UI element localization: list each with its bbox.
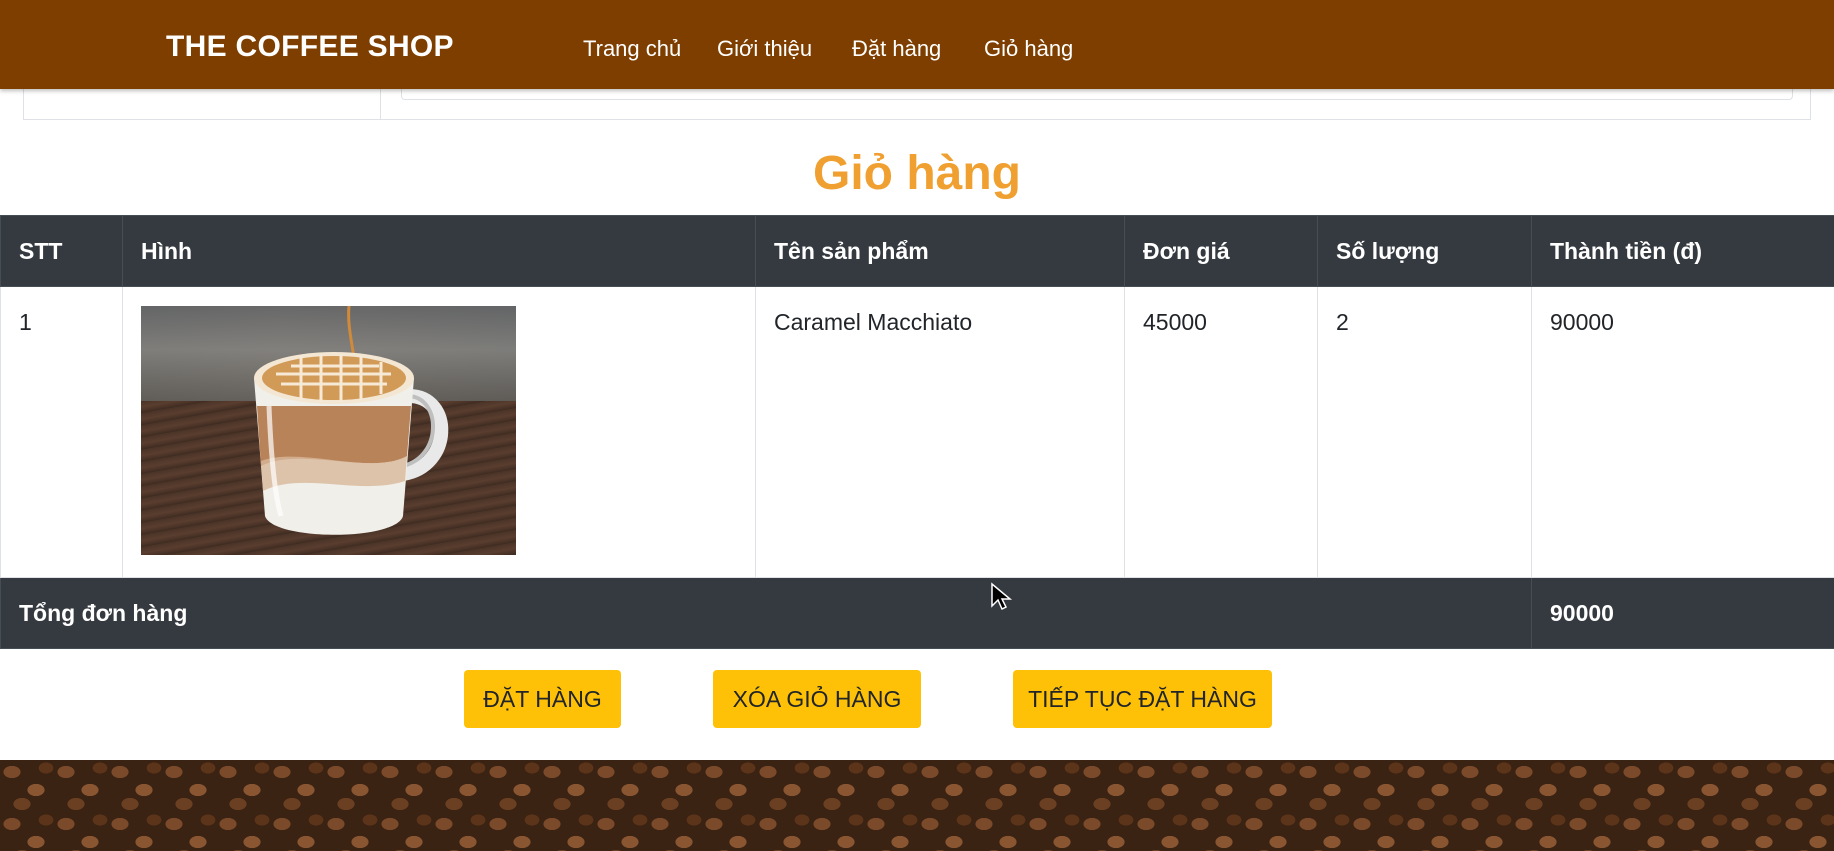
cell-product-name: Caramel Macchiato <box>755 286 1125 578</box>
col-header-product-name: Tên sản phẩm <box>755 215 1125 287</box>
col-header-image: Hình <box>122 215 756 287</box>
order-total-value: 90000 <box>1531 577 1834 649</box>
navbar: THE COFFEE SHOP Trang chủ Giới thiệu Đặt… <box>0 0 1834 89</box>
cell-unit-price: 45000 <box>1124 286 1318 578</box>
col-header-unit-price: Đơn giá <box>1124 215 1318 287</box>
coffee-beans-banner <box>0 760 1834 851</box>
nav-link-about[interactable]: Giới thiệu <box>717 36 812 62</box>
brand-logo[interactable]: THE COFFEE SHOP <box>166 30 454 64</box>
col-header-stt: STT <box>0 215 123 287</box>
col-header-quantity: Số lượng <box>1317 215 1532 287</box>
cell-image <box>122 286 756 578</box>
table-row: 1 Caramel Macchiato 45000 2 90000 <box>0 286 1834 578</box>
cell-quantity: 2 <box>1317 286 1532 578</box>
page-title: Giỏ hàng <box>813 147 1021 200</box>
clear-cart-button[interactable]: XÓA GIỎ HÀNG <box>713 670 921 728</box>
cell-line-total: 90000 <box>1531 286 1834 578</box>
table-header-row: STT Hình Tên sản phẩm Đơn giá Số lượng T… <box>0 215 1834 287</box>
continue-ordering-button[interactable]: TIẾP TỤC ĐẶT HÀNG <box>1013 670 1272 728</box>
order-total-label: Tổng đơn hàng <box>0 577 1532 649</box>
nav-link-order[interactable]: Đặt hàng <box>852 36 941 62</box>
product-image <box>141 306 516 555</box>
table-footer-row: Tổng đơn hàng 90000 <box>0 577 1834 649</box>
place-order-button[interactable]: ĐẶT HÀNG <box>464 670 621 728</box>
col-header-line-total: Thành tiền (đ) <box>1531 215 1834 287</box>
nav-link-home[interactable]: Trang chủ <box>583 36 681 62</box>
mouse-cursor-icon <box>991 582 1013 611</box>
nav-link-cart[interactable]: Giỏ hàng <box>984 36 1073 62</box>
cart-table: STT Hình Tên sản phẩm Đơn giá Số lượng T… <box>0 215 1834 649</box>
cell-stt: 1 <box>0 286 123 578</box>
